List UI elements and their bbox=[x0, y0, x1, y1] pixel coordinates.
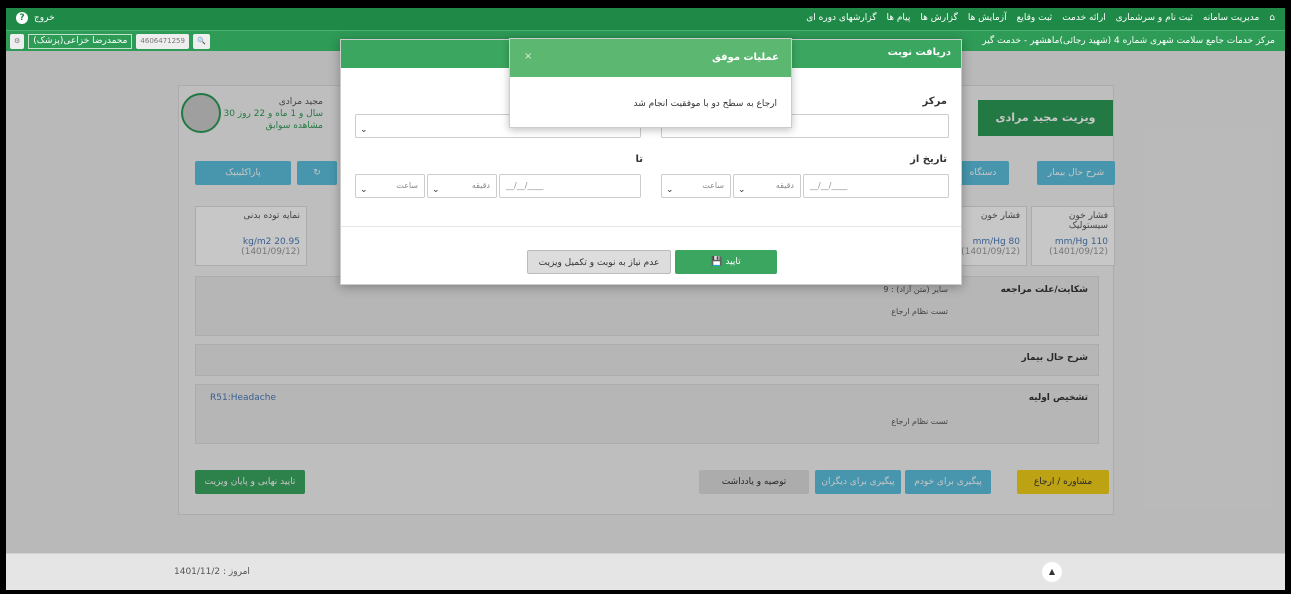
to-date-input[interactable]: __/__/____ bbox=[499, 174, 641, 198]
menu-item-messages[interactable]: پیام ها bbox=[887, 13, 911, 23]
hour-label: ساعت bbox=[396, 181, 418, 190]
minute-label: دقیقه bbox=[775, 181, 794, 190]
footer-bar: امروز : 1401/11/2 ▲ bbox=[6, 553, 1285, 590]
menu-item-system[interactable]: مدیریت سامانه bbox=[1203, 13, 1259, 23]
chevron-down-icon: ⌄ bbox=[666, 185, 674, 195]
chevron-down-icon: ⌄ bbox=[432, 185, 440, 195]
service-recipient-label[interactable]: خدمت گیر bbox=[982, 36, 1021, 46]
dialog-divider bbox=[341, 226, 961, 227]
menu-item-registration[interactable]: ثبت نام و سرشماری bbox=[1116, 13, 1193, 23]
from-hour-select[interactable]: ساعت ⌄ bbox=[661, 174, 731, 198]
from-minute-select[interactable]: دقیقه ⌄ bbox=[733, 174, 801, 198]
national-id-search-input[interactable]: 4606471259 bbox=[136, 34, 189, 49]
menu-item-reports[interactable]: گزارش ها bbox=[920, 13, 957, 23]
to-date-label: تا bbox=[635, 154, 643, 165]
minute-label: دقیقه bbox=[471, 181, 490, 190]
from-date-label: تاریخ از bbox=[910, 154, 947, 165]
save-icon: 💾 bbox=[711, 257, 723, 267]
confirm-button[interactable]: 💾 تایید bbox=[675, 250, 777, 274]
toast-title: عملیات موفق bbox=[711, 52, 779, 63]
menu-item-service[interactable]: ارائه خدمت bbox=[1062, 13, 1105, 23]
from-date-input[interactable]: __/__/____ bbox=[803, 174, 949, 198]
chevron-down-icon: ⌄ bbox=[360, 125, 368, 135]
today-date: امروز : 1401/11/2 bbox=[174, 567, 250, 577]
success-toast: عملیات موفق × ارجاع به سطح دو با موفقیت … bbox=[509, 38, 792, 128]
toast-message: ارجاع به سطح دو با موفقیت انجام شد bbox=[633, 99, 778, 109]
no-appointment-button[interactable]: عدم نیاز به نوبت و تکمیل ویزیت bbox=[527, 250, 671, 274]
settings-icon[interactable]: ⚙ bbox=[10, 34, 25, 49]
top-navbar: ⌂ مدیریت سامانه ثبت نام و سرشماری ارائه … bbox=[6, 8, 1285, 30]
chevron-down-icon: ⌄ bbox=[738, 185, 746, 195]
menu-item-periodic-reports[interactable]: گزارشهای دوره ای bbox=[806, 13, 876, 23]
home-icon[interactable]: ⌂ bbox=[1269, 13, 1275, 23]
top-left-tools: ? خروج bbox=[16, 12, 55, 24]
chevron-down-icon: ⌄ bbox=[360, 185, 368, 195]
menu-item-events[interactable]: ثبت وقایع bbox=[1017, 13, 1053, 23]
toast-header: عملیات موفق × bbox=[510, 39, 791, 77]
to-minute-select[interactable]: دقیقه ⌄ bbox=[427, 174, 497, 198]
center-info: مرکز خدمات جامع سلامت شهری شماره 4 (شهید… bbox=[982, 36, 1275, 46]
help-icon[interactable]: ? bbox=[16, 12, 28, 24]
scroll-top-icon[interactable]: ▲ bbox=[1042, 562, 1062, 582]
main-menu: ⌂ مدیریت سامانه ثبت نام و سرشماری ارائه … bbox=[806, 13, 1275, 23]
close-icon[interactable]: × bbox=[524, 51, 532, 62]
menu-item-tests[interactable]: آزمایش ها bbox=[968, 13, 1007, 23]
dialog-title: دریافت نوبت bbox=[887, 47, 951, 58]
center-label: مرکز bbox=[922, 96, 947, 107]
confirm-label: تایید bbox=[725, 257, 741, 267]
hour-label: ساعت bbox=[702, 181, 724, 190]
app-frame: ⌂ مدیریت سامانه ثبت نام و سرشماری ارائه … bbox=[6, 8, 1285, 590]
exit-link[interactable]: خروج bbox=[34, 13, 55, 23]
center-name[interactable]: مرکز خدمات جامع سلامت شهری شماره 4 (شهید… bbox=[1030, 36, 1275, 46]
user-menu[interactable]: محمدرضا خزاعی(پزشک) bbox=[28, 34, 133, 49]
search-icon[interactable]: 🔍 bbox=[192, 34, 210, 49]
to-hour-select[interactable]: ساعت ⌄ bbox=[355, 174, 425, 198]
sub-nav-left: ⚙ محمدرضا خزاعی(پزشک) 4606471259 🔍 bbox=[10, 34, 210, 49]
